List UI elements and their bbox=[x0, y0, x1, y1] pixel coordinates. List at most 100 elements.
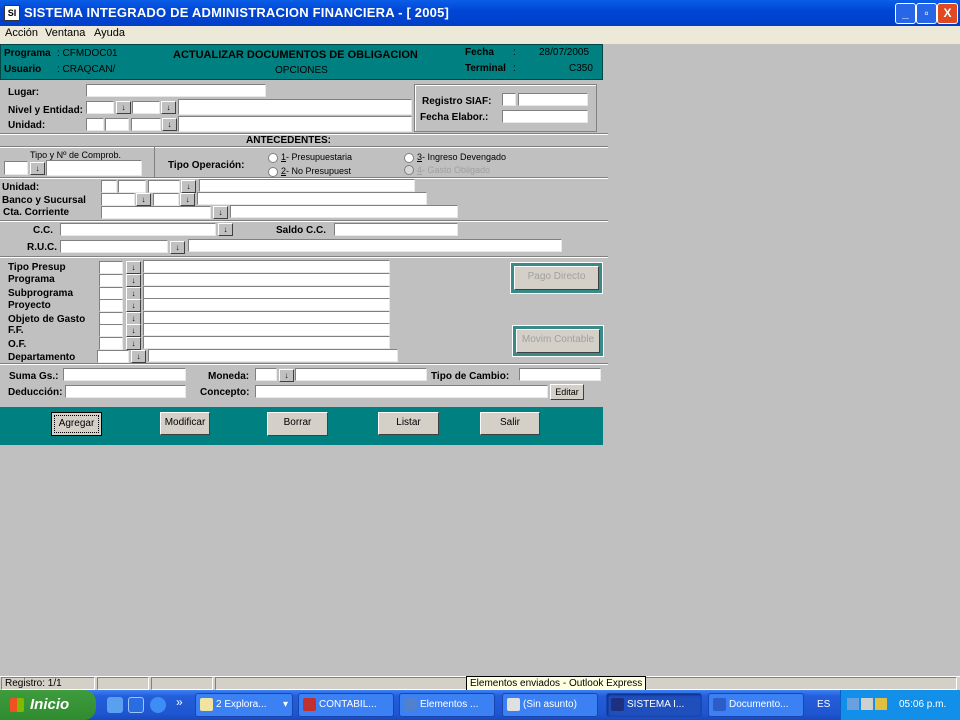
start-button[interactable]: Inicio bbox=[0, 690, 96, 720]
unidad2-field-3[interactable] bbox=[148, 180, 180, 193]
fecha-value: 28/07/2005 bbox=[539, 47, 590, 58]
radio-presupuestaria[interactable] bbox=[268, 153, 278, 163]
radio-no-presupuest[interactable] bbox=[268, 167, 278, 177]
proyecto-dropdown-icon[interactable]: ↓ bbox=[126, 299, 141, 312]
tipo-comprob-field[interactable] bbox=[4, 161, 28, 175]
app-icon: SI bbox=[4, 5, 20, 21]
editar-button[interactable]: Editar bbox=[550, 384, 584, 400]
programa-value: : CFMDOC01 bbox=[57, 48, 118, 59]
tipo-presup-dropdown-icon[interactable]: ↓ bbox=[126, 261, 141, 274]
tray-icon[interactable] bbox=[847, 698, 859, 710]
tipo-presup-label: Tipo Presup bbox=[8, 262, 66, 273]
nivel-dropdown-icon[interactable]: ↓ bbox=[116, 101, 131, 114]
window-title: SISTEMA INTEGRADO DE ADMINISTRACION FINA… bbox=[24, 5, 450, 20]
cta-dropdown-icon[interactable]: ↓ bbox=[213, 206, 228, 219]
taskbar-item-explorador[interactable]: 2 Explora... ▾ bbox=[195, 693, 293, 717]
terminal-sep: : bbox=[513, 63, 516, 74]
banco-dropdown-icon[interactable]: ↓ bbox=[136, 193, 151, 206]
start-label: Inicio bbox=[30, 696, 70, 713]
sucursal-field[interactable] bbox=[153, 193, 179, 206]
borrar-button[interactable]: Borrar bbox=[267, 412, 328, 436]
modificar-button[interactable]: Modificar bbox=[160, 412, 210, 435]
taskbar-item-elementos[interactable]: Elementos ... bbox=[399, 693, 495, 717]
nivel-field[interactable] bbox=[86, 101, 114, 114]
mail-icon bbox=[404, 698, 417, 711]
moneda-dropdown-icon[interactable]: ↓ bbox=[279, 369, 294, 382]
moneda-field[interactable] bbox=[255, 368, 277, 381]
unidad-desc-field bbox=[178, 116, 412, 132]
registro-siaf-field-2[interactable] bbox=[518, 93, 588, 106]
outlook-express-icon[interactable] bbox=[128, 697, 144, 713]
nro-comprob-field[interactable] bbox=[46, 160, 142, 176]
radio-no-presupuest-label: - No Presupuest bbox=[286, 166, 352, 176]
radio-ingreso-devengado[interactable] bbox=[404, 153, 414, 163]
cc-dropdown-icon[interactable]: ↓ bbox=[218, 223, 233, 236]
cta-field[interactable] bbox=[101, 206, 211, 219]
divider bbox=[0, 363, 608, 365]
departamento-dropdown-icon[interactable]: ↓ bbox=[131, 350, 146, 363]
ff-dropdown-icon[interactable]: ↓ bbox=[126, 324, 141, 337]
form-header: Programa : CFMDOC01 Usuario : CRAQCAN/ A… bbox=[0, 44, 603, 80]
radio-gasto-obligado bbox=[404, 165, 414, 175]
registro-siaf-field-1[interactable] bbox=[502, 93, 516, 106]
language-indicator[interactable]: ES bbox=[817, 699, 830, 710]
of-dropdown-icon[interactable]: ↓ bbox=[126, 337, 141, 350]
entidad-dropdown-icon[interactable]: ↓ bbox=[161, 101, 176, 114]
departamento-field[interactable] bbox=[97, 350, 129, 363]
lugar-field[interactable] bbox=[86, 84, 266, 97]
unidad2-field-1[interactable] bbox=[101, 180, 117, 193]
entidad-field[interactable] bbox=[132, 101, 160, 114]
unidad-field-3[interactable] bbox=[131, 118, 161, 131]
moneda-label: Moneda: bbox=[208, 371, 250, 382]
fecha-elabor-field[interactable] bbox=[502, 110, 588, 123]
programa-field[interactable] bbox=[99, 274, 123, 287]
fecha-elabor-label: Fecha Elabor.: bbox=[420, 112, 489, 123]
tipo-comprob-dropdown-icon[interactable]: ↓ bbox=[30, 162, 45, 175]
taskbar-item-documento[interactable]: Documento... bbox=[708, 693, 804, 717]
unidad-field-2[interactable] bbox=[105, 118, 129, 131]
tipo-presup-field[interactable] bbox=[99, 261, 123, 274]
menu-bar: Acción Ventana Ayuda bbox=[0, 26, 960, 44]
tipo-cambio-field[interactable] bbox=[519, 368, 601, 381]
unidad2-dropdown-icon[interactable]: ↓ bbox=[181, 180, 196, 193]
suma-field bbox=[63, 368, 186, 381]
salir-button[interactable]: Salir bbox=[480, 412, 540, 435]
close-button[interactable]: X bbox=[937, 3, 958, 24]
menu-accion[interactable]: Acción bbox=[5, 27, 38, 39]
tray-icon[interactable] bbox=[861, 698, 873, 710]
unidad2-field-2[interactable] bbox=[118, 180, 146, 193]
proyecto-field[interactable] bbox=[99, 299, 123, 312]
unidad-field-1[interactable] bbox=[86, 118, 104, 131]
of-field[interactable] bbox=[99, 337, 123, 350]
show-desktop-icon[interactable] bbox=[107, 697, 123, 713]
tipo-presup-desc-field bbox=[143, 260, 390, 273]
maximize-button[interactable]: ▫ bbox=[916, 3, 937, 24]
taskbar-item-sin-asunto[interactable]: (Sin asunto) bbox=[502, 693, 598, 717]
menu-ventana[interactable]: Ventana bbox=[45, 27, 85, 39]
banco-field[interactable] bbox=[101, 193, 135, 206]
minimize-button[interactable]: _ bbox=[895, 3, 916, 24]
usuario-label: Usuario bbox=[4, 64, 42, 75]
internet-explorer-icon[interactable] bbox=[150, 697, 166, 713]
cc-label: C.C. bbox=[33, 225, 53, 236]
menu-ayuda[interactable]: Ayuda bbox=[94, 27, 125, 39]
agregar-button[interactable]: Agregar bbox=[51, 412, 102, 436]
cc-field[interactable] bbox=[60, 223, 216, 236]
ruc-dropdown-icon[interactable]: ↓ bbox=[170, 241, 185, 254]
taskbar-item-elementos-label: Elementos ... bbox=[420, 699, 479, 710]
quicklaunch-chevron-icon[interactable]: » bbox=[176, 695, 183, 709]
ff-field[interactable] bbox=[99, 324, 123, 337]
taskbar-item-contabil[interactable]: CONTABIL... bbox=[298, 693, 394, 717]
taskbar-item-sistema[interactable]: SISTEMA I... bbox=[606, 693, 702, 717]
system-tray: 05:06 p.m. bbox=[840, 690, 960, 720]
concepto-field[interactable] bbox=[255, 385, 548, 398]
listar-button[interactable]: Listar bbox=[378, 412, 439, 435]
concepto-label: Concepto: bbox=[200, 387, 250, 398]
form-title: ACTUALIZAR DOCUMENTOS DE OBLIGACION bbox=[173, 49, 418, 61]
unidad-dropdown-icon[interactable]: ↓ bbox=[162, 118, 177, 131]
sucursal-dropdown-icon[interactable]: ↓ bbox=[180, 193, 195, 206]
ruc-field[interactable] bbox=[60, 240, 168, 253]
suma-label: Suma Gs.: bbox=[9, 371, 59, 382]
speaker-icon[interactable] bbox=[875, 698, 887, 710]
programa-dropdown-icon[interactable]: ↓ bbox=[126, 274, 141, 287]
